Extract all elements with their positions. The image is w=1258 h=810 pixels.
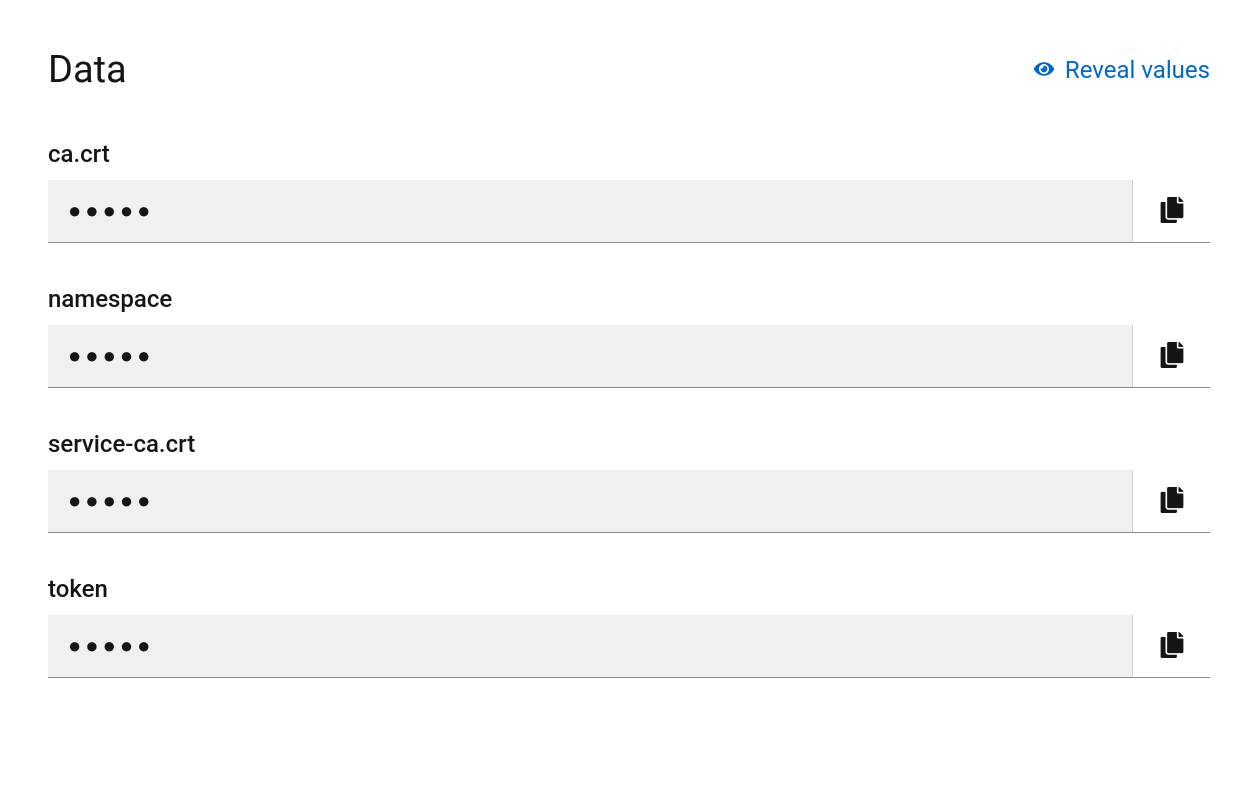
- reveal-values-label: Reveal values: [1065, 56, 1210, 84]
- field-value: ●●●●●: [48, 615, 1132, 677]
- field-label: ca.crt: [48, 140, 1210, 168]
- eye-icon: [1031, 56, 1057, 84]
- field-value: ●●●●●: [48, 470, 1132, 532]
- copy-icon: [1159, 197, 1185, 226]
- field-label: namespace: [48, 285, 1210, 313]
- section-header: Data Reveal values: [48, 48, 1210, 92]
- copy-icon: [1159, 632, 1185, 661]
- field-token: token ●●●●●: [48, 575, 1210, 678]
- field-row: ●●●●●: [48, 470, 1210, 533]
- field-row: ●●●●●: [48, 325, 1210, 388]
- field-value: ●●●●●: [48, 325, 1132, 387]
- copy-button[interactable]: [1132, 615, 1210, 677]
- reveal-values-link[interactable]: Reveal values: [1031, 56, 1210, 84]
- field-row: ●●●●●: [48, 180, 1210, 243]
- section-title: Data: [48, 48, 127, 92]
- field-value: ●●●●●: [48, 180, 1132, 242]
- copy-button[interactable]: [1132, 325, 1210, 387]
- copy-icon: [1159, 342, 1185, 371]
- copy-button[interactable]: [1132, 470, 1210, 532]
- copy-button[interactable]: [1132, 180, 1210, 242]
- field-row: ●●●●●: [48, 615, 1210, 678]
- field-namespace: namespace ●●●●●: [48, 285, 1210, 388]
- field-ca-crt: ca.crt ●●●●●: [48, 140, 1210, 243]
- field-label: token: [48, 575, 1210, 603]
- field-service-ca-crt: service-ca.crt ●●●●●: [48, 430, 1210, 533]
- copy-icon: [1159, 487, 1185, 516]
- field-label: service-ca.crt: [48, 430, 1210, 458]
